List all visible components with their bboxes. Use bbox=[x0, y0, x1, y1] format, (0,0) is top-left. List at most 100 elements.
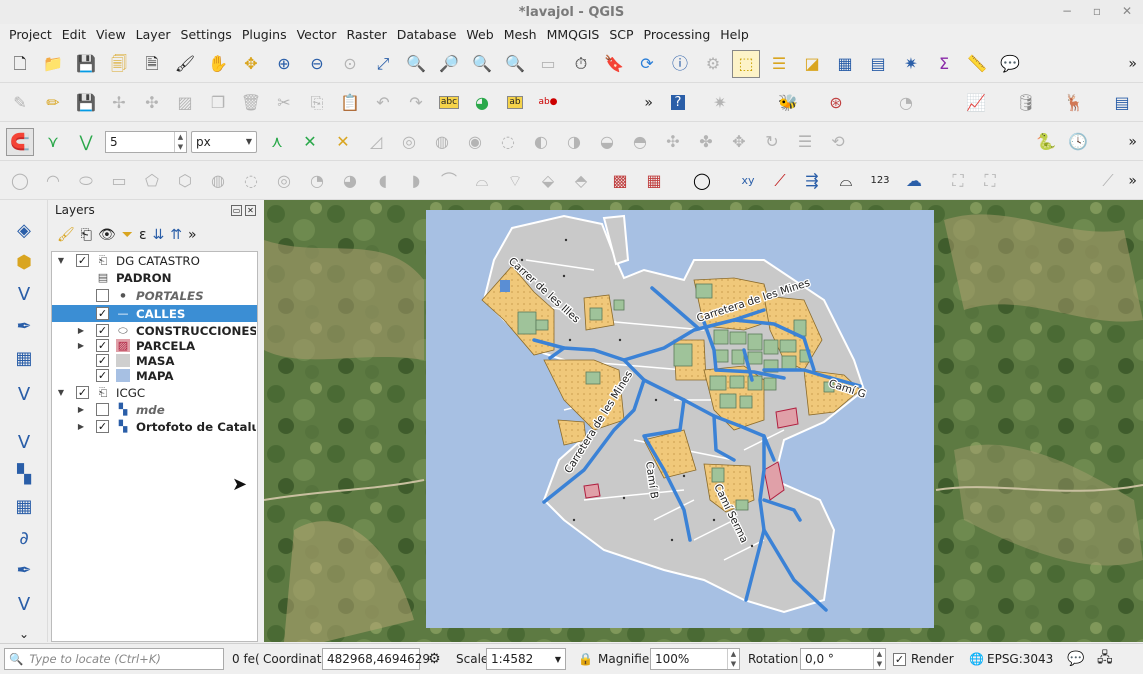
add-package-layer-button[interactable]: ⬢ bbox=[10, 248, 38, 276]
refresh-button[interactable]: ⟳ bbox=[633, 50, 661, 78]
select-features-button[interactable]: ⬚ bbox=[732, 49, 760, 78]
deer-plugin-button[interactable]: 🦌 bbox=[1060, 89, 1088, 117]
expand-all-icon[interactable]: ⇊ bbox=[153, 227, 165, 243]
split-line-button[interactable]: ⇶ bbox=[798, 167, 826, 195]
map-canvas[interactable]: Carrer de les Illes Carretera de les Min… bbox=[264, 200, 1143, 642]
menu-scp[interactable]: SCP bbox=[604, 27, 638, 42]
add-part-button[interactable]: ◍ bbox=[428, 128, 456, 156]
spatial-bookmarks-button[interactable]: 🔖 bbox=[600, 50, 628, 78]
layer-checkbox[interactable]: ✓ bbox=[96, 307, 109, 320]
menu-view[interactable]: View bbox=[91, 27, 131, 42]
snap-segment-button[interactable]: ⋁ bbox=[72, 128, 100, 156]
crs-button[interactable]: EPSG:3043 bbox=[987, 652, 1053, 666]
add-wcs-layer-button[interactable]: ▦ bbox=[10, 492, 38, 520]
python-console-button[interactable]: 🐍 bbox=[1032, 128, 1060, 156]
menu-web[interactable]: Web bbox=[461, 27, 498, 42]
diagram-button[interactable]: ◕ bbox=[468, 89, 496, 117]
pan-button[interactable]: ✋ bbox=[204, 50, 232, 78]
zoom-last-button[interactable]: 🔍 bbox=[468, 50, 496, 78]
field-calculator-button[interactable]: Σ bbox=[930, 50, 958, 78]
zoom-next-button[interactable]: 🔍 bbox=[501, 50, 529, 78]
magnifier-input[interactable]: 100% ▲ ▼ bbox=[650, 648, 740, 670]
layer-checkbox[interactable]: ✓ bbox=[96, 324, 109, 337]
restore-icon[interactable]: ▫ bbox=[1089, 3, 1105, 19]
add-regular-polygon-button[interactable]: ⬡ bbox=[171, 167, 199, 195]
toolbar4-overflow-button[interactable]: » bbox=[1128, 173, 1137, 189]
plugin-panel-button[interactable]: ▤ bbox=[1108, 89, 1136, 117]
add-delimited-text-button[interactable]: ✒ bbox=[10, 556, 38, 584]
zoom-layer-button[interactable]: 🔎 bbox=[435, 50, 463, 78]
layer-ortofoto[interactable]: ▶ ✓ ▚ Ortofoto de Catalu... bbox=[52, 418, 257, 435]
menu-project[interactable]: Project bbox=[4, 27, 57, 42]
add-feature-button[interactable]: ✢ bbox=[105, 89, 133, 117]
new-map-view-button[interactable]: ▭ bbox=[534, 50, 562, 78]
layer-checkbox[interactable] bbox=[96, 289, 109, 302]
snap-tolerance-input[interactable]: 5 ▲ ▼ bbox=[105, 130, 187, 153]
expand-arrow-icon[interactable]: ▶ bbox=[76, 422, 86, 431]
add-circular-string-button[interactable]: ◠ bbox=[39, 167, 67, 195]
lock-scale-icon[interactable]: 🔒 bbox=[578, 652, 593, 666]
zoom-selection-button[interactable]: 🔍 bbox=[402, 50, 430, 78]
profile-button[interactable]: 📈 bbox=[962, 89, 990, 117]
edits-button[interactable]: ✎ bbox=[6, 89, 34, 117]
expand-arrow-icon[interactable]: ▶ bbox=[76, 326, 86, 335]
menu-layer[interactable]: Layer bbox=[131, 27, 176, 42]
deselect-button[interactable]: ◪ bbox=[798, 50, 826, 78]
delete-button[interactable]: 🗑 bbox=[237, 89, 265, 117]
shape-style-button[interactable]: ☁ bbox=[900, 167, 928, 195]
layer-checkbox[interactable]: ✓ bbox=[96, 339, 109, 352]
zoom-native-button[interactable]: ⊙ bbox=[336, 50, 364, 78]
map-tips-button[interactable]: 💬 bbox=[996, 50, 1024, 78]
measure-button[interactable]: 📏 bbox=[963, 50, 991, 78]
collapse-arrow-icon[interactable]: ▼ bbox=[56, 256, 66, 265]
menu-raster[interactable]: Raster bbox=[341, 27, 391, 42]
menu-help[interactable]: Help bbox=[715, 27, 754, 42]
data-source-manager-button[interactable]: ◈ bbox=[10, 216, 38, 244]
add-circle-button[interactable]: ◯ bbox=[6, 167, 34, 195]
collapse-all-icon[interactable]: ⇈ bbox=[170, 227, 182, 243]
locator-search-input[interactable]: 🔍 Type to locate (Ctrl+K) bbox=[4, 648, 224, 670]
add-rectangle-button[interactable]: ▭ bbox=[105, 167, 133, 195]
reverse-line-button[interactable]: ⟲ bbox=[824, 128, 852, 156]
line-tool-button[interactable]: ⟋ bbox=[766, 167, 794, 195]
rotation-input[interactable]: 0,0 ° ▲ ▼ bbox=[800, 648, 886, 670]
network-tool2-button[interactable]: ⛶ bbox=[976, 167, 1004, 195]
raster-stack-button[interactable]: ▦ bbox=[640, 167, 668, 195]
delete-part-button[interactable]: ◐ bbox=[527, 128, 555, 156]
style-panel-icon[interactable]: 🖌 bbox=[57, 227, 75, 243]
spin-arrows[interactable]: ▲ ▼ bbox=[727, 649, 739, 669]
cut-button[interactable]: ✂ bbox=[270, 89, 298, 117]
simplify-button[interactable]: ☰ bbox=[791, 128, 819, 156]
snap-intersection-button[interactable]: ✕ bbox=[296, 128, 324, 156]
scale-select[interactable]: 1:4582 ▼ bbox=[486, 648, 566, 670]
add-ellipse-button[interactable]: ⬭ bbox=[72, 167, 100, 195]
add-mesh-layer-button[interactable]: ▦ bbox=[10, 344, 38, 372]
menu-settings[interactable]: Settings bbox=[176, 27, 237, 42]
layer-checkbox[interactable]: ✓ bbox=[96, 369, 109, 382]
help-button[interactable]: ? bbox=[664, 89, 692, 117]
cad-tool2-button[interactable]: ◌ bbox=[237, 167, 265, 195]
zoom-in-button[interactable]: ⊕ bbox=[270, 50, 298, 78]
toggle-editing-button[interactable]: ✏ bbox=[39, 89, 67, 117]
delete-ring-button[interactable]: ◌ bbox=[494, 128, 522, 156]
add-wfs-layer-button[interactable]: ∂ bbox=[10, 524, 38, 552]
measure-angle-button[interactable]: ⌓ bbox=[832, 167, 860, 195]
expression-filter-icon[interactable]: ε bbox=[139, 227, 147, 243]
layer-checkbox[interactable]: ✓ bbox=[76, 254, 89, 267]
add-spatialite-layer-button[interactable]: V bbox=[10, 380, 38, 408]
open-project-button[interactable]: 📁 bbox=[39, 50, 67, 78]
raster-calc-button[interactable]: ▩ bbox=[606, 167, 634, 195]
layer-checkbox[interactable]: ✓ bbox=[76, 386, 89, 399]
snap-units-select[interactable]: px ▼ bbox=[191, 130, 257, 153]
georeference-button[interactable]: ✷ bbox=[706, 89, 734, 117]
toggle-extents-icon[interactable]: ⚙ bbox=[428, 651, 441, 667]
close-panel-icon[interactable]: ✕ bbox=[245, 204, 256, 216]
db-manager-button[interactable]: 🛢 bbox=[1012, 89, 1040, 117]
network-tool1-button[interactable]: ⛶ bbox=[944, 167, 972, 195]
select-by-value-button[interactable]: ☰ bbox=[765, 50, 793, 78]
collapse-arrow-icon[interactable]: ▼ bbox=[56, 388, 66, 397]
layer-checkbox[interactable]: ✓ bbox=[96, 420, 109, 433]
rotate-point-button[interactable]: ↻ bbox=[758, 128, 786, 156]
reshape-button[interactable]: ◑ bbox=[560, 128, 588, 156]
cad-tool9-button[interactable]: ⌓ bbox=[468, 167, 496, 195]
